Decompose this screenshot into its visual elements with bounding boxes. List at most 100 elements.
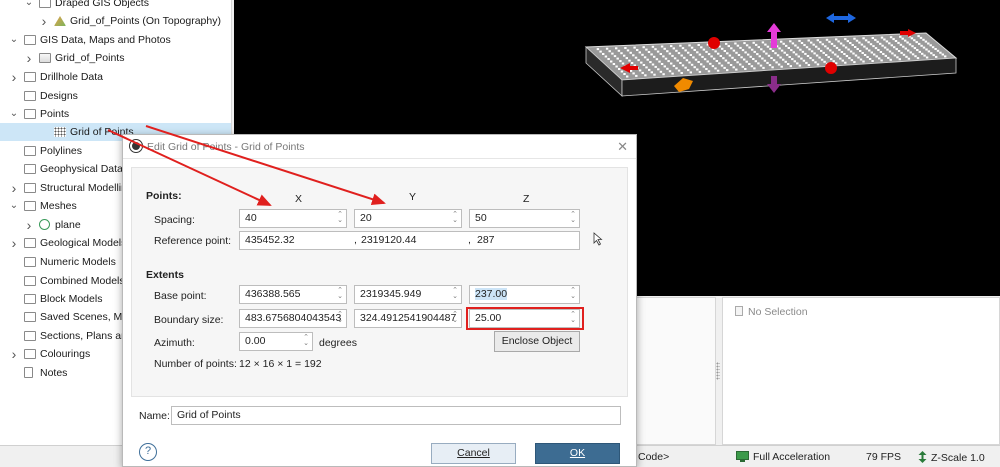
grid-point [770,57,773,59]
tree-item-label: Points [40,108,70,120]
spacing-z-input[interactable]: 50 ⌃ ⌄ [469,209,580,228]
chevron-right-icon[interactable]: › [9,234,19,252]
grid-point [666,67,669,70]
grid-point [888,42,891,45]
grid-point [862,37,865,40]
azimuth-value: 0.00 [245,335,266,347]
ok-button[interactable]: OK [535,443,620,464]
chevron-down-icon[interactable]: ⌄ [9,197,19,215]
status-zscale[interactable]: Z-Scale 1.0 [918,451,985,464]
grid-point [848,57,851,60]
grid-point [779,56,782,59]
tree-item[interactable]: ⌄ Draped GIS Objects [0,0,231,12]
azimuth-input[interactable]: 0.00 ⌃ ⌄ [239,332,313,351]
grid-point [722,57,725,60]
reference-z-value: 287 [477,234,495,246]
grid-point [886,48,889,51]
boundary-y-value: 324.4912541904487 [360,312,457,324]
no-selection-text: No Selection [748,306,808,318]
spin-arrows-icon[interactable]: ⌃ ⌄ [451,287,459,301]
chevron-right-icon[interactable]: › [24,216,34,234]
grid-point [711,65,715,68]
grid-point [645,48,648,51]
grid-point [913,39,916,42]
cancel-button[interactable]: Cancel [431,443,516,464]
base-z-input[interactable]: 237.00 ⌃ ⌄ [469,285,580,304]
resize-handle[interactable] [825,62,837,74]
spin-arrows-icon[interactable]: ⌃ ⌄ [451,311,459,325]
grid-point [796,62,799,65]
grid-point [725,42,728,45]
grid-point [816,63,820,66]
grid-point [838,48,841,51]
grid-point [629,69,633,72]
grid-point [910,37,914,40]
enclose-object-button[interactable]: Enclose Object [494,331,580,352]
grid-point [908,43,912,46]
grid-point [791,42,795,45]
close-icon[interactable]: ✕ [617,139,628,155]
spin-arrows-icon[interactable]: ⌃ ⌄ [336,287,344,301]
chevron-down-icon[interactable]: ⌄ [24,0,34,12]
grid-point [768,64,772,67]
base-x-input[interactable]: 436388.565 ⌃ ⌄ [239,285,347,304]
chevron-right-icon[interactable]: › [9,345,19,363]
grid-point [635,74,638,77]
dialog-titlebar[interactable]: Edit Grid of Points - Grid of Points ✕ [123,135,636,159]
spin-arrows-icon[interactable]: ⌃ ⌄ [336,311,344,325]
folder-icon [24,183,36,193]
boundary-y-input[interactable]: 324.4912541904487 ⌃ ⌄ [354,309,462,328]
spin-arrows-icon[interactable]: ⌃ ⌄ [569,287,577,301]
chevron-down-icon[interactable]: ⌄ [9,105,19,123]
tree-item[interactable]: ⌄ Points [0,105,231,123]
grid-point [630,62,634,64]
spin-arrows-icon[interactable]: ⌃ ⌄ [569,211,577,225]
rotate-handle[interactable] [826,13,856,23]
tree-item[interactable]: › Drillhole Data [0,68,231,86]
grid-point [811,59,815,62]
grid-point [798,39,801,42]
chevron-right-icon[interactable]: › [9,68,19,86]
tree-item-label: plane [55,219,81,231]
grid-point [840,51,844,53]
grid-point [890,44,893,47]
spacing-y-input[interactable]: 20 ⌃ ⌄ [354,209,462,228]
boundary-x-input[interactable]: 483.6756804043543 ⌃ ⌄ [239,309,347,328]
tree-item[interactable]: ⌄ GIS Data, Maps and Photos [0,31,231,49]
name-label: Name: [139,410,170,422]
spin-arrows-icon[interactable]: ⌃ ⌄ [302,334,310,348]
folder-icon [24,91,36,101]
grid-point [911,45,914,48]
reference-point-input[interactable]: 435452.32 , 2319120.44 , 287 [239,231,580,250]
tree-item[interactable]: › Grid_of_Points [0,49,231,67]
panel-splitter[interactable] [716,362,720,380]
grid-point [625,57,628,60]
chevron-right-icon[interactable]: › [24,49,34,67]
grid-point [867,41,870,44]
grid-point [767,54,771,57]
chevron-right-icon[interactable]: › [39,12,49,30]
chevron-right-icon[interactable]: › [9,179,19,197]
grid-point [914,55,917,58]
grid-point [858,41,861,44]
grid-point [775,61,778,64]
tree-item[interactable]: › Grid_of_Points (On Topography) [0,12,231,30]
base-y-input[interactable]: 2319345.949 ⌃ ⌄ [354,285,462,304]
grid-point [929,44,932,47]
name-input[interactable]: Grid of Points [171,406,621,425]
tree-item[interactable]: Designs [0,87,231,105]
grid-point [830,42,834,45]
help-icon[interactable]: ? [139,443,157,461]
grid-point [715,60,718,62]
tree-item-label: Sections, Plans and [40,330,133,342]
spin-arrows-icon[interactable]: ⌃ ⌄ [336,211,344,225]
grid-point [735,51,738,54]
grid-point [849,50,853,53]
grid-point [807,39,810,42]
grid-point [613,55,617,58]
resize-handle[interactable] [708,37,720,49]
grid-point [607,58,610,60]
spacing-x-input[interactable]: 40 ⌃ ⌄ [239,209,347,228]
chevron-down-icon[interactable]: ⌄ [9,31,19,49]
spin-arrows-icon[interactable]: ⌃ ⌄ [451,211,459,225]
